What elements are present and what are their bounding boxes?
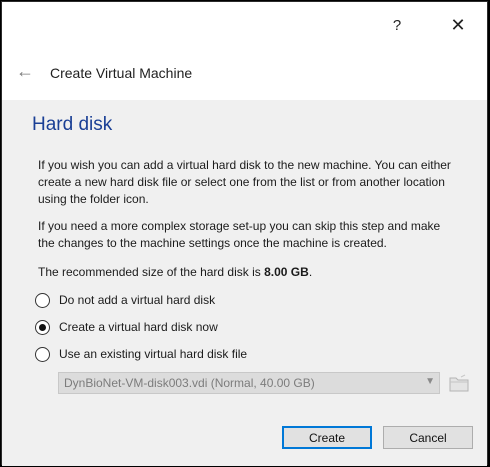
storage-hint-paragraph: If you need a more complex storage set-u…	[38, 219, 441, 250]
title-bar: ? ✕	[2, 2, 487, 48]
recommended-size-value: 8.00 GB	[264, 265, 309, 279]
radio-create-disk[interactable]	[35, 319, 50, 335]
option-no-disk-label[interactable]: Do not add a virtual hard disk	[59, 293, 215, 307]
existing-disk-value: DynBioNet-VM-disk003.vdi (Normal, 40.00 …	[64, 376, 315, 390]
radio-no-disk[interactable]	[35, 292, 50, 308]
close-button[interactable]: ✕	[435, 2, 481, 48]
recommended-size-text: The recommended size of the hard disk is…	[38, 264, 458, 281]
chevron-down-icon: ▼	[425, 376, 435, 387]
recommended-size-prefix: The recommended size of the hard disk is	[38, 265, 265, 279]
wizard-title: Create Virtual Machine	[50, 65, 193, 81]
option-create-disk[interactable]: Create a virtual hard disk now	[35, 318, 218, 336]
choose-disk-folder-button	[448, 372, 470, 394]
option-create-disk-label[interactable]: Create a virtual hard disk now	[59, 320, 218, 334]
folder-icon	[449, 374, 469, 392]
back-button[interactable]: ←	[14, 60, 36, 81]
option-existing-disk[interactable]: Use an existing virtual hard disk file	[35, 345, 247, 363]
existing-disk-select: DynBioNet-VM-disk003.vdi (Normal, 40.00 …	[58, 372, 440, 394]
page-title: Hard disk	[32, 114, 113, 135]
back-arrow-icon: ←	[16, 60, 34, 81]
hard-disk-page: Hard disk If you wish you can add a virt…	[2, 100, 487, 418]
create-vm-dialog: ? ✕ ← Create Virtual Machine Hard disk I…	[1, 1, 488, 466]
close-icon: ✕	[450, 14, 466, 35]
option-no-disk[interactable]: Do not add a virtual hard disk	[35, 291, 215, 309]
help-icon: ?	[392, 16, 402, 34]
wizard-header: ← Create Virtual Machine	[2, 48, 487, 100]
option-existing-disk-label[interactable]: Use an existing virtual hard disk file	[59, 347, 247, 361]
cancel-button[interactable]: Cancel	[383, 426, 473, 449]
create-button[interactable]: Create	[282, 426, 372, 449]
recommended-size-suffix: .	[308, 265, 313, 279]
dialog-footer: Create Cancel	[2, 418, 487, 466]
help-button[interactable]: ?	[374, 2, 420, 48]
description-paragraph: If you wish you can add a virtual hard d…	[38, 158, 451, 206]
radio-existing-disk[interactable]	[35, 346, 50, 362]
